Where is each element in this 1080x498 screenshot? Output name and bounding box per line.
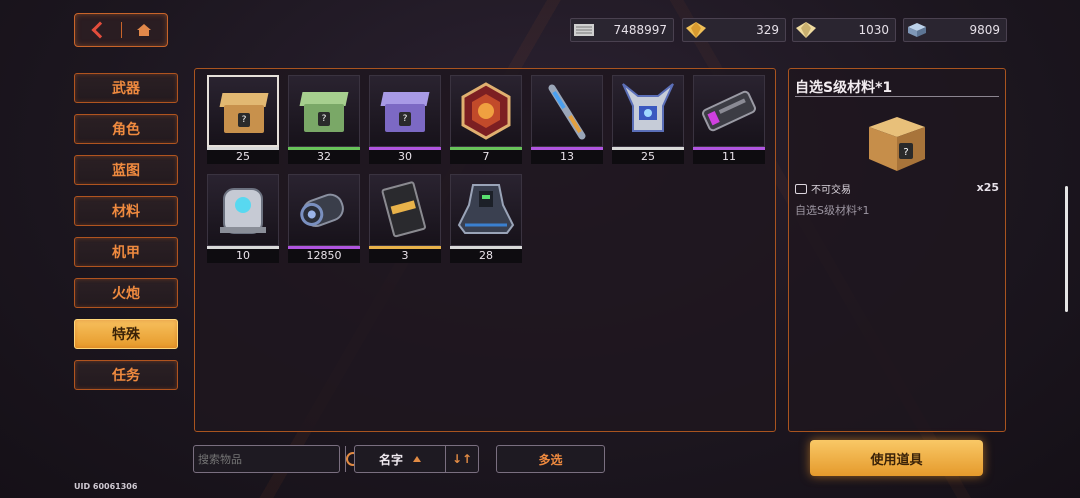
inventory-item[interactable]: 11 [693,75,765,164]
item-frame: ? [207,75,279,147]
tab-weapons[interactable]: 武器 [74,73,178,103]
item-count: 30 [369,150,441,164]
scrollbar[interactable] [1065,186,1068,312]
inventory-panel: ? 25 ? 32 ? 30 7 13 25 11 10 12850 3 28 [194,68,776,432]
item-count: 25 [612,150,684,164]
tab-characters[interactable]: 角色 [74,114,178,144]
crystal-icon [908,23,926,37]
item-count: 11 [693,150,765,164]
item-detail-panel: 自选S级材料*1 ? 不可交易 x25 自选S级材料*1 [788,68,1006,432]
tab-artillery[interactable]: 火炮 [74,278,178,308]
item-frame [288,174,360,246]
green-box-icon: ? [299,92,349,132]
currency-value: 1030 [858,23,889,37]
inventory-item[interactable]: 7 [450,75,522,164]
coin-icon [574,24,594,36]
currency-coins[interactable]: 7488997 [570,18,674,42]
use-item-button[interactable]: 使用道具 [810,440,983,476]
no-trade-icon [795,183,807,194]
item-frame: ? [369,75,441,147]
inventory-grid: ? 25 ? 32 ? 30 7 13 25 11 10 12850 3 28 [207,75,765,263]
item-count: 7 [450,150,522,164]
multi-select-button[interactable]: 多选 [496,445,605,473]
inventory-item[interactable]: ? 25 [207,75,279,164]
currency-value: 7488997 [613,23,667,37]
currency-gold-gem[interactable]: 329 [682,18,786,42]
user-id: UID 60061306 [74,482,138,491]
item-frame [369,174,441,246]
trade-status: 不可交易 [795,181,851,196]
inventory-item[interactable]: 10 [207,174,279,263]
top-nav [74,13,168,47]
inventory-item[interactable]: 28 [450,174,522,263]
item-count: 25 [207,150,279,164]
currency-crystal[interactable]: 9809 [903,18,1007,42]
tab-special[interactable]: 特殊 [74,319,178,349]
item-detail-title: 自选S级材料*1 [795,80,893,96]
item-frame [693,75,765,147]
item-frame [207,174,279,246]
item-frame [612,75,684,147]
silver-gem-icon [796,22,816,38]
item-frame: ? [288,75,360,147]
sort-order-button[interactable]: ↓↑ [445,446,478,472]
svg-text:?: ? [903,147,908,158]
currency-silver-gem[interactable]: 1030 [792,18,896,42]
item-frame [531,75,603,147]
back-arrow-icon [91,21,109,39]
tab-blueprints[interactable]: 蓝图 [74,155,178,185]
sort-label: 名字 [378,452,403,467]
device-icon [702,90,756,132]
gold-card-icon [381,181,426,238]
item-count: 3 [369,249,441,263]
mech-head-icon [622,83,674,132]
armor-suit-icon [457,184,515,234]
item-count: 10 [207,249,279,263]
currency-value: 9809 [969,23,1000,37]
syringe-tool-icon [548,84,586,140]
home-icon [137,24,152,36]
search-input[interactable] [194,446,345,472]
cardboard-box-icon: ? [863,113,929,175]
sort-order-icon: ↓↑ [451,452,473,466]
item-quantity: x25 [976,181,999,194]
item-count: 12850 [288,249,360,263]
tab-missions[interactable]: 任务 [74,360,178,390]
sort-by-button[interactable]: 名字 [355,446,445,472]
gold-gem-icon [686,22,706,38]
currency-value: 329 [756,23,779,37]
purple-box-icon: ? [380,92,430,132]
search-box [193,445,360,473]
item-count: 13 [531,150,603,164]
inventory-item[interactable]: ? 32 [288,75,360,164]
inventory-item[interactable]: 3 [369,174,441,263]
sort-control: 名字 ↓↑ [354,445,479,473]
item-count: 32 [288,150,360,164]
tab-mechs[interactable]: 机甲 [74,237,178,267]
back-button[interactable] [75,14,121,46]
category-tabs: 武器 角色 蓝图 材料 机甲 火炮 特殊 任务 [74,73,178,401]
hexagon-badge-icon [461,82,511,140]
inventory-item[interactable]: 25 [612,75,684,164]
tab-materials[interactable]: 材料 [74,196,178,226]
item-frame [450,174,522,246]
detail-divider [795,96,999,97]
trade-status-label: 不可交易 [811,185,851,196]
item-count: 28 [450,249,522,263]
sort-triangle-icon [413,456,421,462]
reactor-core-icon [300,193,344,228]
inventory-item[interactable]: 13 [531,75,603,164]
robot-icon [220,188,266,234]
item-description: 自选S级材料*1 [795,204,870,217]
item-frame [450,75,522,147]
inventory-item[interactable]: ? 30 [369,75,441,164]
inventory-item[interactable]: 12850 [288,174,360,263]
home-button[interactable] [122,14,168,46]
cardboard-box-icon: ? [219,93,269,133]
